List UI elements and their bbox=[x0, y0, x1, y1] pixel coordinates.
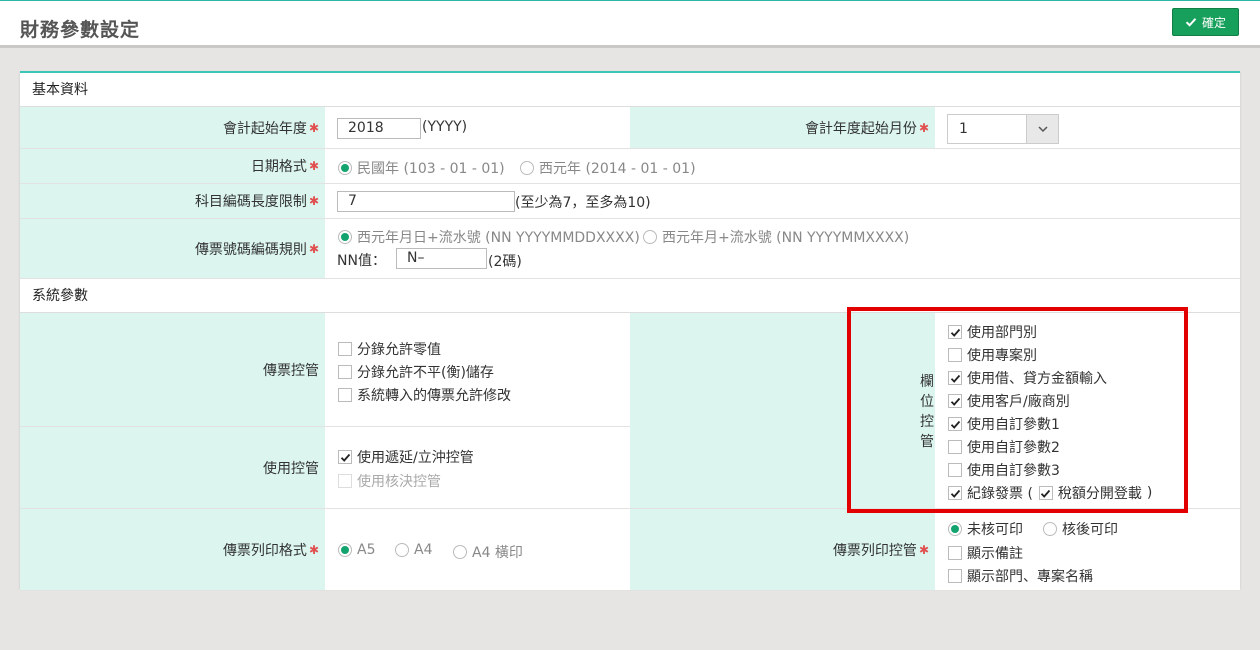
account-code-length-input[interactable]: 7 bbox=[337, 191, 515, 212]
radio-unselected[interactable] bbox=[453, 545, 467, 559]
required-mark: ✱ bbox=[918, 120, 929, 135]
print-control-option-after-approval[interactable]: 核後可印 bbox=[1043, 519, 1118, 539]
fiscal-start-month-select[interactable]: 1 bbox=[947, 114, 1059, 144]
print-control-check-dept-project[interactable]: 顯示部門、專案名稱 bbox=[948, 566, 1093, 586]
required-mark: ✱ bbox=[308, 241, 319, 256]
voucher-rule-label: 傳票號碼編碼規則 ✱ bbox=[20, 219, 325, 279]
date-format-label: 日期格式 ✱ bbox=[20, 149, 325, 184]
checkbox-unchecked[interactable] bbox=[338, 474, 352, 488]
radio-unselected[interactable] bbox=[520, 161, 534, 175]
account-code-length-cell: 7 (至少為7，至多為10) bbox=[325, 184, 1240, 219]
fiscal-start-month-value: 1 bbox=[959, 121, 968, 137]
voucher-control-label: 傳票控管 bbox=[20, 313, 325, 427]
confirm-button[interactable]: 確定 bbox=[1172, 8, 1239, 36]
radio-selected[interactable] bbox=[948, 522, 962, 536]
fiscal-start-month-cell: 1 bbox=[935, 107, 1240, 149]
radio-selected[interactable] bbox=[338, 161, 352, 175]
radio-unselected[interactable] bbox=[643, 230, 657, 244]
radio-selected[interactable] bbox=[338, 230, 352, 244]
voucher-rule-cell: 西元年月日+流水號 (NN YYYYMMDDXXXX) 西元年月+流水號 (NN… bbox=[325, 219, 1240, 279]
usage-control-item[interactable]: 使用遞延/立沖控管 bbox=[338, 447, 474, 467]
radio-unselected[interactable] bbox=[1043, 522, 1057, 536]
nn-value-input[interactable]: N– bbox=[396, 248, 487, 269]
voucher-rule-option-ymd[interactable]: 西元年月日+流水號 (NN YYYYMMDDXXXX) bbox=[338, 227, 640, 247]
print-control-label: 傳票列印控管 ✱ bbox=[630, 509, 935, 590]
print-control-option-before-approval[interactable]: 未核可印 bbox=[948, 519, 1023, 539]
confirm-button-label: 確定 bbox=[1201, 15, 1226, 30]
radio-unselected[interactable] bbox=[395, 543, 409, 557]
chevron-down-icon[interactable] bbox=[1026, 115, 1058, 143]
print-format-option-a5[interactable]: A5 bbox=[338, 542, 375, 558]
print-control-cell: 未核可印 核後可印 顯示備註 顯示部門、專案名稱 bbox=[935, 509, 1240, 590]
checkbox-unchecked[interactable] bbox=[338, 342, 352, 356]
nn-value-label: NN值： bbox=[337, 253, 386, 269]
checkbox-checked[interactable] bbox=[338, 450, 352, 464]
print-format-option-a4-landscape[interactable]: A4 橫印 bbox=[453, 542, 523, 562]
checkbox-unchecked[interactable] bbox=[338, 388, 352, 402]
print-format-option-a4[interactable]: A4 bbox=[395, 542, 432, 558]
checkbox-unchecked[interactable] bbox=[948, 569, 962, 583]
usage-control-item[interactable]: 使用核決控管 bbox=[338, 471, 441, 491]
section-basic-header: 基本資料 bbox=[20, 73, 1240, 107]
usage-control-label: 使用控管 bbox=[20, 427, 325, 509]
required-mark: ✱ bbox=[308, 194, 319, 208]
voucher-control-item[interactable]: 系統轉入的傳票允許修改 bbox=[338, 385, 511, 405]
account-code-length-hint: (至少為7，至多為10) bbox=[515, 195, 651, 211]
top-bar: 財務參數設定 確定 bbox=[0, 0, 1260, 48]
required-mark: ✱ bbox=[308, 159, 319, 173]
checkbox-unchecked[interactable] bbox=[338, 365, 352, 379]
page-title: 財務參數設定 bbox=[20, 19, 141, 41]
check-icon bbox=[340, 453, 350, 462]
account-code-length-label: 科目編碼長度限制 ✱ bbox=[20, 184, 325, 219]
fiscal-start-year-cell: 2018 (YYYY) bbox=[325, 107, 630, 149]
print-format-cell: A5 A4 A4 橫印 bbox=[325, 509, 630, 590]
nn-value-hint: (2碼) bbox=[488, 254, 522, 270]
fiscal-start-year-label: 會計起始年度 ✱ bbox=[20, 107, 325, 149]
voucher-rule-option-ym[interactable]: 西元年月+流水號 (NN YYYYMMXXXX) bbox=[643, 227, 909, 247]
required-mark: ✱ bbox=[308, 120, 319, 135]
fiscal-start-month-label: 會計年度起始月份 ✱ bbox=[630, 107, 935, 149]
checkbox-unchecked[interactable] bbox=[948, 546, 962, 560]
highlight-box bbox=[847, 307, 1188, 513]
fiscal-start-year-hint: (YYYY) bbox=[422, 119, 468, 135]
print-format-label: 傳票列印格式 ✱ bbox=[20, 509, 325, 590]
required-mark: ✱ bbox=[308, 542, 319, 557]
check-icon bbox=[1185, 18, 1197, 27]
voucher-control-cell: 分錄允許零值 分錄允許不平(衡)儲存 系統轉入的傳票允許修改 bbox=[325, 313, 630, 427]
date-format-option-roc[interactable]: 民國年 (103 - 01 - 01) bbox=[338, 158, 505, 178]
voucher-control-item[interactable]: 分錄允許不平(衡)儲存 bbox=[338, 362, 494, 382]
date-format-option-ad[interactable]: 西元年 (2014 - 01 - 01) bbox=[520, 158, 696, 178]
required-mark: ✱ bbox=[918, 542, 929, 557]
fiscal-start-year-input[interactable]: 2018 bbox=[337, 118, 421, 139]
print-control-check-notes[interactable]: 顯示備註 bbox=[948, 543, 1023, 563]
voucher-control-item[interactable]: 分錄允許零值 bbox=[338, 339, 441, 359]
usage-control-cell: 使用遞延/立沖控管 使用核決控管 bbox=[325, 427, 630, 509]
radio-selected[interactable] bbox=[338, 543, 352, 557]
date-format-cell: 民國年 (103 - 01 - 01) 西元年 (2014 - 01 - 01) bbox=[325, 149, 1240, 184]
